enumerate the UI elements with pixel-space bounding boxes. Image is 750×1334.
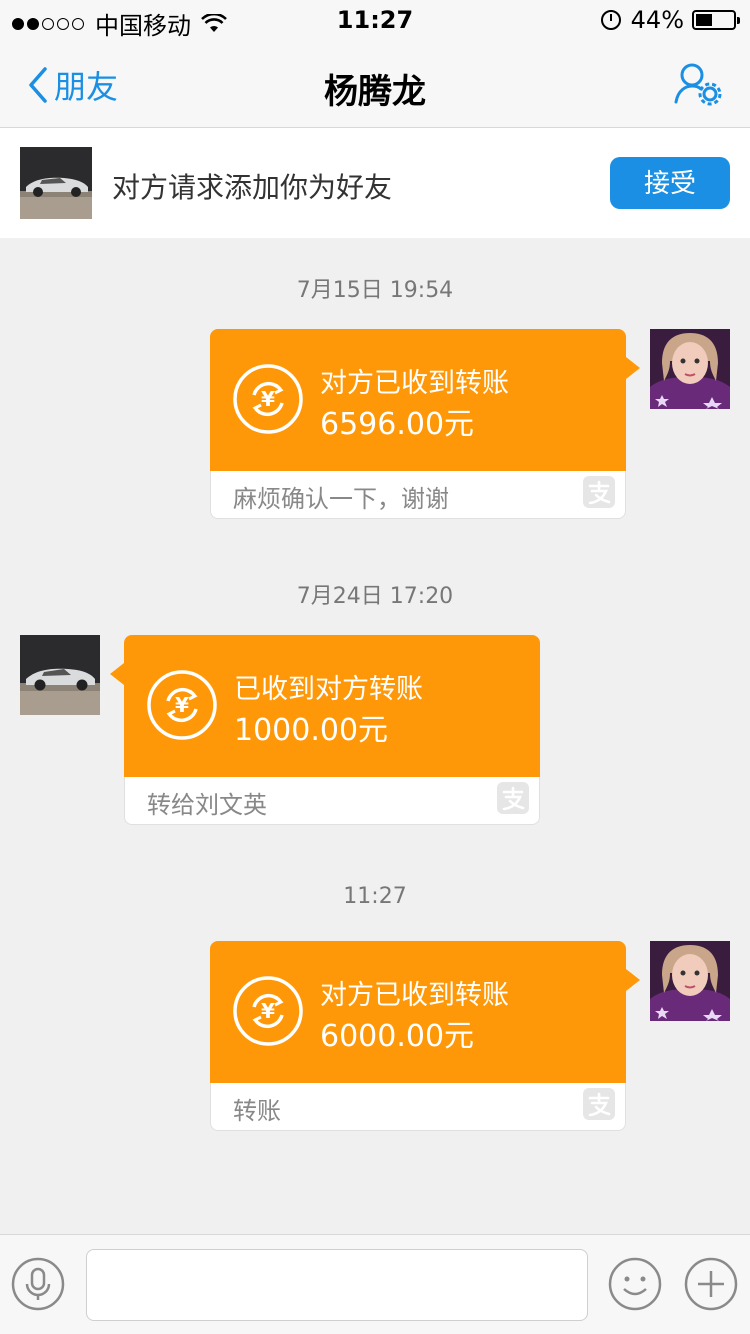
battery-icon <box>692 10 740 30</box>
transfer-amount: 6596.00元 <box>320 407 475 442</box>
transfer-card-header: ¥ 对方已收到转账 6596.00元 <box>210 329 640 471</box>
transfer-note: 转给刘文英 <box>147 791 267 819</box>
battery-level <box>696 14 712 26</box>
svg-text:¥: ¥ <box>175 693 189 717</box>
message-input-bar <box>0 1234 750 1334</box>
yuan-transfer-icon: ¥ <box>147 670 217 740</box>
svg-text:¥: ¥ <box>261 999 275 1023</box>
transfer-amount: 6000.00元 <box>320 1019 475 1054</box>
transfer-status: 对方已收到转账 <box>320 980 509 1011</box>
battery-percent: 44% <box>630 6 684 34</box>
transfer-note: 转账 <box>233 1097 281 1125</box>
user-settings-icon[interactable] <box>674 62 722 106</box>
svg-text:¥: ¥ <box>261 387 275 411</box>
message-timestamp: 7月24日 17:20 <box>296 584 454 609</box>
alarm-icon <box>600 10 621 30</box>
status-right: 44% <box>600 6 740 34</box>
status-bar: 中国移动 11:27 44% <box>0 0 750 40</box>
message-timestamp: 7月15日 19:54 <box>296 278 454 303</box>
alipay-icon <box>583 1088 615 1120</box>
transfer-card[interactable]: ¥ 对方已收到转账 6596.00元 麻烦确认一下，谢谢 <box>210 329 640 519</box>
friend-request-text: 对方请求添加你为好友 <box>112 171 393 204</box>
transfer-status: 已收到对方转账 <box>234 674 423 705</box>
transfer-note: 麻烦确认一下，谢谢 <box>233 485 449 513</box>
page-title: 杨腾龙 <box>324 72 426 112</box>
yuan-transfer-icon: ¥ <box>233 976 303 1046</box>
contact-avatar[interactable] <box>20 147 92 219</box>
transfer-card[interactable]: ¥ 已收到对方转账 1000.00元 转给刘文英 <box>110 635 540 825</box>
transfer-card-header: ¥ 对方已收到转账 6000.00元 <box>210 941 640 1083</box>
transfer-card[interactable]: ¥ 对方已收到转账 6000.00元 转账 <box>210 941 640 1131</box>
microphone-icon[interactable] <box>11 1257 65 1311</box>
message-timestamp: 11:27 <box>343 884 407 909</box>
alipay-icon <box>583 476 615 508</box>
transfer-amount: 1000.00元 <box>234 713 389 748</box>
friend-request-bar: 对方请求添加你为好友 接受 <box>0 128 750 238</box>
transfer-card-header: ¥ 已收到对方转账 1000.00元 <box>110 635 540 777</box>
navigation-bar: 朋友 杨腾龙 <box>0 40 750 128</box>
yuan-transfer-icon: ¥ <box>233 364 303 434</box>
smiley-icon[interactable] <box>608 1257 662 1311</box>
message-input[interactable] <box>86 1249 588 1321</box>
alipay-icon <box>497 782 529 814</box>
my-avatar[interactable] <box>650 941 730 1021</box>
contact-avatar[interactable] <box>20 635 100 715</box>
accept-button[interactable]: 接受 <box>610 157 730 209</box>
my-avatar[interactable] <box>650 329 730 409</box>
transfer-status: 对方已收到转账 <box>320 368 509 399</box>
plus-icon[interactable] <box>684 1257 738 1311</box>
